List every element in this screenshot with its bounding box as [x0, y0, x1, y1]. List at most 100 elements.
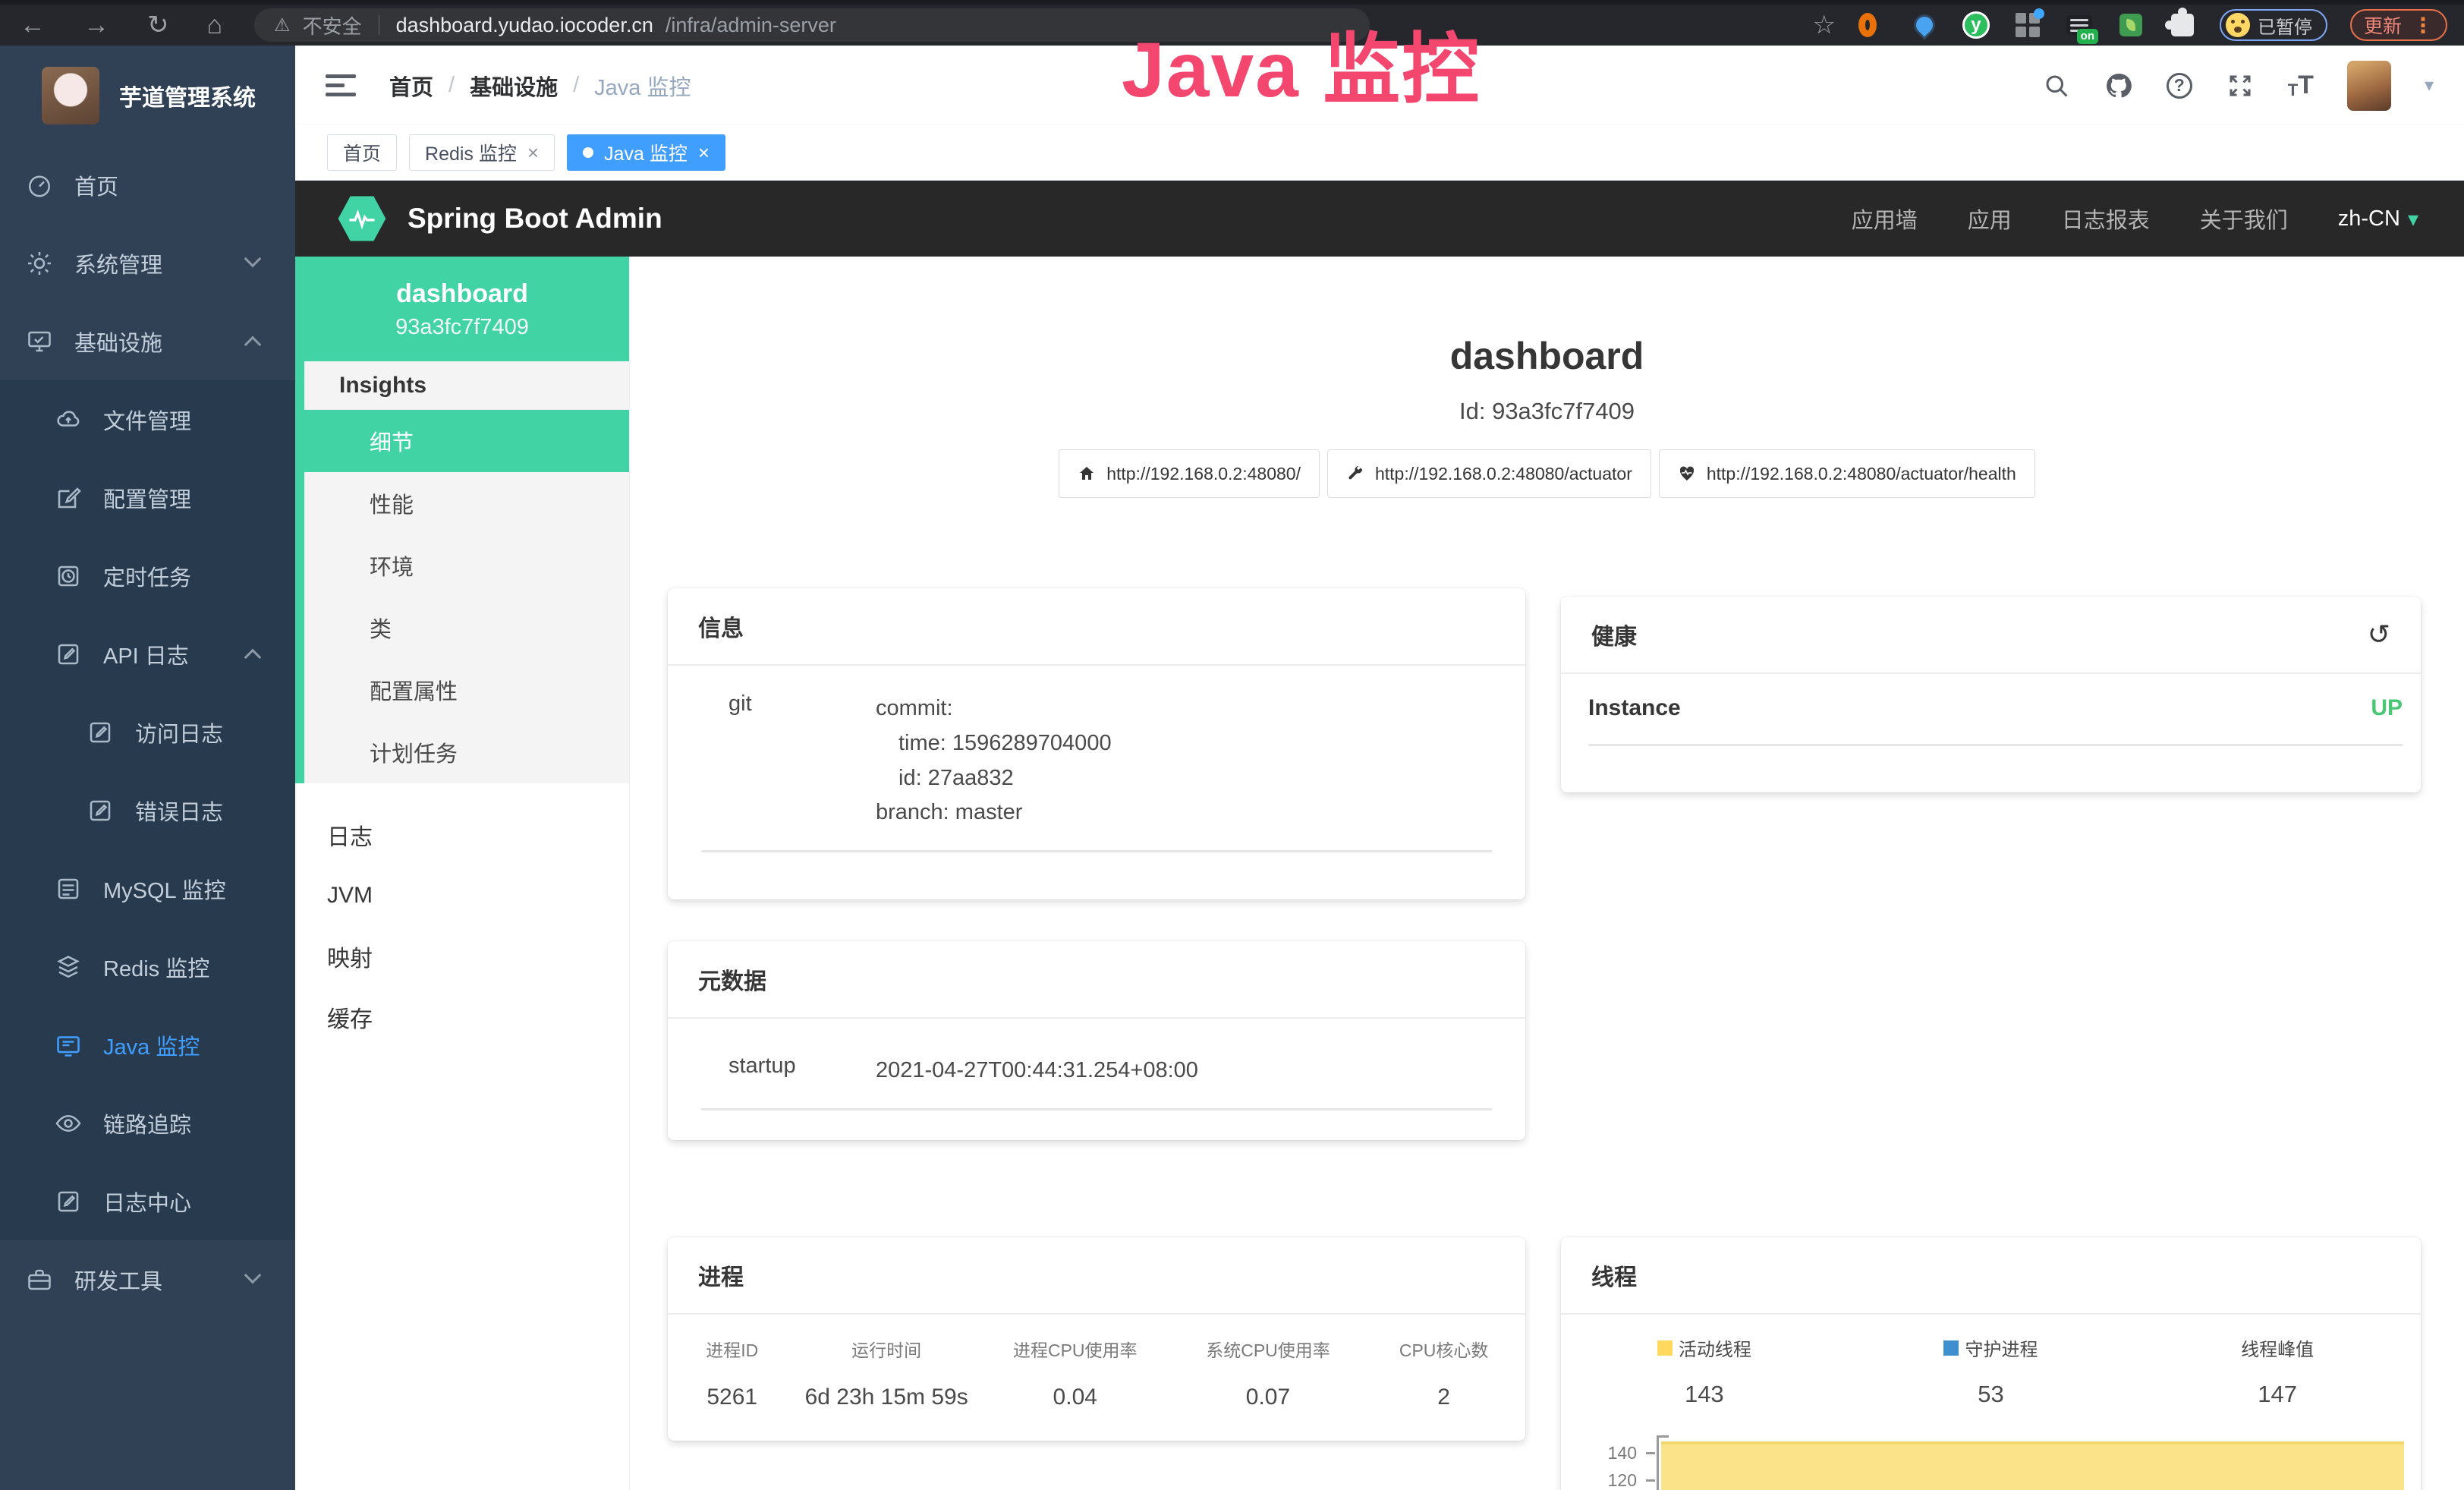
url-host[interactable]: dashboard.yudao.iocoder.cn — [396, 14, 653, 37]
card-title: 健康 — [1591, 618, 1637, 651]
insights-section-label[interactable]: Insights — [304, 361, 629, 410]
extension-y-icon[interactable]: y — [1962, 11, 1990, 39]
sba-language-select[interactable]: zh-CN ▾ — [2338, 206, 2418, 232]
sba-item-classes[interactable]: 类 — [304, 597, 629, 659]
edit-icon — [87, 719, 114, 746]
card-title: 信息 — [698, 610, 744, 643]
sba-item-metrics[interactable]: 性能 — [304, 472, 629, 534]
sba-brand-title[interactable]: Spring Boot Admin — [408, 203, 662, 235]
home-icon — [1078, 465, 1096, 483]
tab-home[interactable]: 首页 — [327, 134, 397, 171]
breadcrumb-current: Java 监控 — [594, 70, 691, 102]
sidebar-item-dev-tools[interactable]: 研发工具 — [0, 1240, 295, 1318]
sba-item-mappings[interactable]: 映射 — [295, 926, 629, 987]
close-icon[interactable]: × — [698, 141, 710, 165]
forward-icon[interactable]: → — [83, 12, 109, 38]
breadcrumb-home[interactable]: 首页 — [389, 70, 433, 102]
page-title: dashboard — [630, 334, 2464, 378]
not-secure-label[interactable]: 不安全 — [303, 11, 362, 39]
sba-item-scheduled-tasks[interactable]: 计划任务 — [304, 721, 629, 783]
browser-menu-icon[interactable]: ⋮ — [2412, 13, 2434, 38]
github-icon[interactable] — [2104, 71, 2133, 100]
service-url-button[interactable]: http://192.168.0.2:48080/ — [1059, 449, 1320, 498]
sidebar-item-tracing[interactable]: 链路追踪 — [0, 1084, 295, 1162]
info-value: commit: time: 1596289704000 id: 27aa832 … — [876, 691, 1112, 830]
tab-java-monitor[interactable]: Java 监控 × — [567, 134, 725, 171]
sidebar-item-access-log[interactable]: 访问日志 — [0, 693, 295, 771]
tab-label: Java 监控 — [604, 139, 688, 166]
sba-nav-wallboard[interactable]: 应用墙 — [1852, 203, 1918, 235]
history-icon[interactable]: ↺ — [2368, 619, 2390, 650]
sidebar-item-label: 定时任务 — [103, 560, 191, 592]
sidebar-item-config[interactable]: 配置管理 — [0, 458, 295, 537]
sba-nav-applications[interactable]: 应用 — [1968, 203, 2012, 235]
sidebar-item-api-log[interactable]: API 日志 — [0, 615, 295, 693]
update-button[interactable]: 更新 ⋮ — [2350, 9, 2447, 41]
heartbeat-icon — [1678, 465, 1696, 483]
paused-badge[interactable]: 已暂停 — [2220, 9, 2327, 41]
sba-item-caches[interactable]: 缓存 — [295, 987, 629, 1047]
edit-icon — [87, 797, 114, 824]
font-size-icon[interactable]: TT — [2288, 71, 2314, 100]
reload-icon[interactable]: ↻ — [147, 12, 169, 38]
sba-item-logs[interactable]: 日志 — [295, 805, 629, 865]
user-menu-caret-icon[interactable]: ▾ — [2425, 74, 2434, 96]
cloud-upload-icon — [55, 406, 82, 433]
back-icon[interactable]: ← — [20, 12, 46, 38]
app-logo — [42, 67, 99, 124]
sidebar-item-mysql[interactable]: MySQL 监控 — [0, 849, 295, 928]
sidebar-item-infra[interactable]: 基础设施 — [0, 302, 295, 380]
actuator-url-button[interactable]: http://192.168.0.2:48080/actuator — [1327, 449, 1651, 498]
sba-nav-journal[interactable]: 日志报表 — [2062, 203, 2150, 235]
legend-peak-threads: 线程峰值 — [2134, 1334, 2421, 1361]
sidebar-logo-row[interactable]: 芋道管理系统 — [0, 46, 295, 146]
bookmark-star-icon[interactable]: ☆ — [1813, 10, 1836, 40]
sba-item-environment[interactable]: 环境 — [304, 534, 629, 597]
wrench-icon — [1346, 465, 1364, 483]
sidebar-item-files[interactable]: 文件管理 — [0, 380, 295, 458]
spring-boot-admin-logo[interactable] — [338, 194, 386, 243]
extension-orange-icon[interactable] — [1858, 11, 1887, 39]
sidebar-item-label: 日志中心 — [103, 1186, 191, 1218]
health-instance-row[interactable]: Instance UP — [1561, 674, 2421, 721]
sidebar-item-error-log[interactable]: 错误日志 — [0, 771, 295, 849]
avatar[interactable] — [2347, 61, 2391, 111]
sidebar-item-home[interactable]: 首页 — [0, 146, 295, 224]
url-path[interactable]: /infra/admin-server — [666, 14, 836, 37]
sba-nav-about[interactable]: 关于我们 — [2200, 203, 2288, 235]
sba-item-config-props[interactable]: 配置属性 — [304, 659, 629, 721]
extension-list-on-icon[interactable]: on — [2065, 11, 2094, 39]
sidebar-toggle-icon[interactable] — [326, 74, 356, 96]
sidebar-item-log-center[interactable]: 日志中心 — [0, 1162, 295, 1240]
search-icon[interactable] — [2042, 71, 2071, 100]
health-url-button[interactable]: http://192.168.0.2:48080/actuator/health — [1659, 449, 2035, 498]
extensions-puzzle-icon[interactable] — [2168, 11, 2197, 39]
sba-item-jvm[interactable]: JVM — [295, 865, 629, 926]
sidebar-item-redis[interactable]: Redis 监控 — [0, 928, 295, 1006]
sidebar-item-label: 研发工具 — [74, 1264, 162, 1296]
sidebar-item-system[interactable]: 系统管理 — [0, 224, 295, 302]
breadcrumb-infra[interactable]: 基础设施 — [470, 70, 558, 102]
sidebar-item-jobs[interactable]: 定时任务 — [0, 537, 295, 615]
extension-pin-icon[interactable] — [1910, 11, 1939, 39]
extension-leaf-icon[interactable] — [2116, 11, 2145, 39]
home-icon[interactable]: ⌂ — [207, 12, 223, 38]
annotation-text: Java 监控 — [1122, 8, 1481, 119]
sba-instance-header[interactable]: dashboard 93a3fc7f7409 — [295, 257, 629, 361]
edit-icon — [55, 1188, 82, 1215]
sidebar-item-java-monitor[interactable]: Java 监控 — [0, 1006, 295, 1084]
fullscreen-icon[interactable] — [2226, 71, 2255, 100]
sidebar-item-label: 首页 — [74, 169, 118, 201]
close-icon[interactable]: × — [527, 141, 539, 165]
info-key: git — [701, 691, 876, 830]
extension-grid-icon[interactable] — [2013, 11, 2042, 39]
cpu-cores-value: 2 — [1362, 1362, 1525, 1410]
database-icon — [55, 875, 82, 903]
sidebar-item-label: 基础设施 — [74, 326, 162, 358]
tab-redis-monitor[interactable]: Redis 监控 × — [409, 134, 555, 171]
git-id-line: id: 27aa832 — [876, 761, 1112, 796]
help-icon[interactable]: ? — [2167, 73, 2192, 99]
chevron-down-icon — [244, 250, 262, 268]
briefcase-icon — [26, 1266, 53, 1293]
sba-item-details[interactable]: 细节 — [295, 410, 629, 472]
